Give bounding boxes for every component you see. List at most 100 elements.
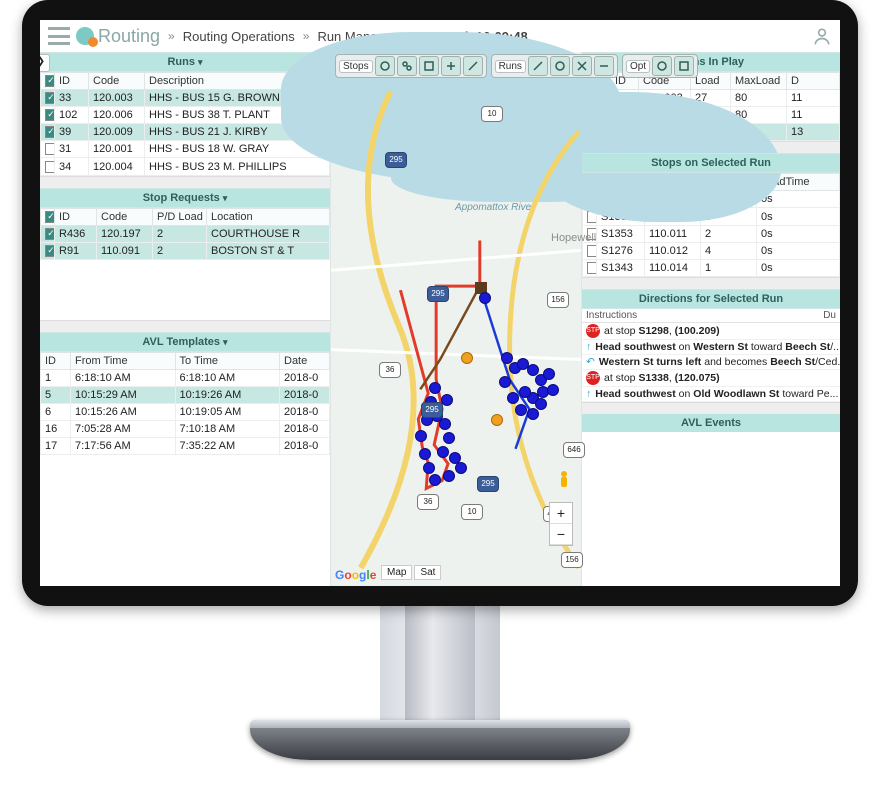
direction-step[interactable]: ↑Head southwest on Old Woodlawn St towar… xyxy=(582,387,840,402)
zoom-out-button[interactable]: − xyxy=(550,524,572,545)
route-shield: 156 xyxy=(561,552,583,568)
col-code[interactable]: Code xyxy=(89,73,145,90)
map-panel[interactable]: Appomattox River Hopewell xyxy=(331,52,581,586)
table-row[interactable]: ✓R436120.1972COURTHOUSE R xyxy=(41,225,330,242)
stop-marker[interactable] xyxy=(419,448,431,460)
table-row[interactable]: 510:15:29 AM10:19:26 AM2018-0 xyxy=(41,386,330,403)
route-shield: 156 xyxy=(547,292,569,308)
pegman-icon[interactable] xyxy=(557,470,571,492)
owl-icon xyxy=(76,27,94,45)
toolbar-group-label: Stops xyxy=(339,60,373,73)
scrollbar[interactable] xyxy=(40,320,330,332)
col-id[interactable]: ID xyxy=(55,73,89,90)
stop-marker[interactable] xyxy=(507,392,519,404)
col-check[interactable]: ✓ xyxy=(41,73,55,90)
table-row[interactable]: S1343110.01410s xyxy=(583,259,840,276)
stop-marker[interactable] xyxy=(439,418,451,430)
stop-marker[interactable] xyxy=(491,414,503,426)
stop-marker[interactable] xyxy=(437,446,449,458)
opt-tool-button[interactable] xyxy=(674,56,694,76)
direction-step[interactable]: ↶Western St turns left and becomes Beech… xyxy=(582,355,840,370)
stop-marker[interactable] xyxy=(443,432,455,444)
table-row[interactable]: S1276110.01240s xyxy=(583,242,840,259)
zoom-in-button[interactable]: + xyxy=(550,503,572,524)
stop-marker[interactable] xyxy=(547,384,559,396)
arrow-up-icon: ↑ xyxy=(586,341,591,353)
route-shield: 295 xyxy=(477,476,499,492)
route-shield: 646 xyxy=(563,442,585,458)
route-shield: 10 xyxy=(481,106,503,122)
google-logo: Google xyxy=(335,568,376,582)
zoom-control[interactable]: +− xyxy=(549,502,573,546)
route-shield: 295 xyxy=(421,402,443,418)
route-shield: 36 xyxy=(417,494,439,510)
directions-list[interactable]: STPat stop S1298, (100.209)↑Head southwe… xyxy=(582,323,840,402)
stops-tool-button[interactable] xyxy=(441,56,461,76)
stop-marker[interactable] xyxy=(455,462,467,474)
directions-header[interactable]: Directions for Selected Run xyxy=(582,289,840,309)
runs-tool-button[interactable] xyxy=(594,56,614,76)
runs-tool-button[interactable] xyxy=(528,56,548,76)
app-title: Routing xyxy=(98,26,160,47)
scrollbar[interactable] xyxy=(582,402,840,414)
table-header-row: ID From Time To Time Date xyxy=(41,352,330,369)
stop-marker[interactable] xyxy=(443,470,455,482)
runs-panel-header[interactable]: Runs▾ xyxy=(40,52,330,72)
route-shield: 36 xyxy=(379,362,401,378)
table-row[interactable]: 610:15:26 AM10:19:05 AM2018-0 xyxy=(41,403,330,420)
chevron-icon: » xyxy=(168,29,175,43)
stop-requests-panel-header[interactable]: Stop Requests▾ xyxy=(40,188,330,208)
stop-requests-table[interactable]: ✓ ID Code P/D Load Location ✓R436120.197… xyxy=(40,208,330,260)
stop-marker[interactable] xyxy=(515,404,527,416)
stop-marker[interactable] xyxy=(429,382,441,394)
stops-tool-button[interactable] xyxy=(463,56,483,76)
map-type-control[interactable]: Map Sat xyxy=(381,565,441,580)
col-duration: Du xyxy=(823,310,836,321)
stops-tool-button[interactable] xyxy=(397,56,417,76)
direction-step[interactable]: STPat stop S1298, (100.209) xyxy=(582,323,840,340)
direction-step[interactable]: STPat stop S1338, (120.075) xyxy=(582,370,840,387)
stop-marker[interactable] xyxy=(423,462,435,474)
table-row[interactable]: 31120.001HHS - BUS 18 W. GRAY xyxy=(41,141,330,158)
stop-marker[interactable] xyxy=(527,408,539,420)
stop-marker[interactable] xyxy=(535,398,547,410)
table-row[interactable]: 34120.004HHS - BUS 23 M. PHILLIPS xyxy=(41,158,330,175)
stops-selected-header[interactable]: Stops on Selected Run xyxy=(582,153,840,173)
table-row[interactable]: 16:18:10 AM6:18:10 AM2018-0 xyxy=(41,369,330,386)
map-type-button[interactable]: Sat xyxy=(414,565,441,580)
menu-icon[interactable] xyxy=(48,27,70,45)
scrollbar[interactable] xyxy=(40,176,330,188)
table-row[interactable]: S1353110.01120s xyxy=(583,225,840,242)
table-row[interactable]: ✓R91110.0912BOSTON ST & T xyxy=(41,242,330,259)
stop-marker[interactable] xyxy=(543,368,555,380)
stop-marker[interactable] xyxy=(429,474,441,486)
collapse-left-button[interactable]: ❯ xyxy=(40,54,50,72)
table-row[interactable]: 167:05:28 AM7:10:18 AM2018-0 xyxy=(41,420,330,437)
route-shield: 10 xyxy=(461,504,483,520)
opt-tool-button[interactable] xyxy=(652,56,672,76)
arrow-up-icon: ↑ xyxy=(586,388,591,400)
stops-tool-button[interactable] xyxy=(419,56,439,76)
avl-events-header[interactable]: AVL Events xyxy=(582,414,840,432)
stops-tool-button[interactable] xyxy=(375,56,395,76)
col-instructions: Instructions xyxy=(586,310,823,321)
stop-marker[interactable] xyxy=(479,292,491,304)
stop-marker[interactable] xyxy=(499,376,511,388)
direction-step[interactable]: ↑Head southwest on Western St toward Bee… xyxy=(582,340,840,355)
user-icon[interactable] xyxy=(812,25,832,47)
avl-templates-panel-header[interactable]: AVL Templates▾ xyxy=(40,332,330,352)
app-logo: Routing xyxy=(76,26,160,47)
stop-marker[interactable] xyxy=(519,386,531,398)
runs-tool-button[interactable] xyxy=(550,56,570,76)
map-type-button[interactable]: Map xyxy=(381,565,412,580)
avl-templates-table[interactable]: ID From Time To Time Date 16:18:10 AM6:1… xyxy=(40,352,330,455)
stop-marker[interactable] xyxy=(461,352,473,364)
runs-tool-button[interactable] xyxy=(572,56,592,76)
stop-marker[interactable] xyxy=(415,430,427,442)
breadcrumb[interactable]: Routing Operations xyxy=(183,29,295,44)
map-toolbar: Stops Runs Opt xyxy=(335,54,698,78)
route-shield: 295 xyxy=(385,152,407,168)
table-row[interactable]: 177:17:56 AM7:35:22 AM2018-0 xyxy=(41,437,330,454)
scrollbar[interactable] xyxy=(582,277,840,289)
route-shield: 295 xyxy=(427,286,449,302)
